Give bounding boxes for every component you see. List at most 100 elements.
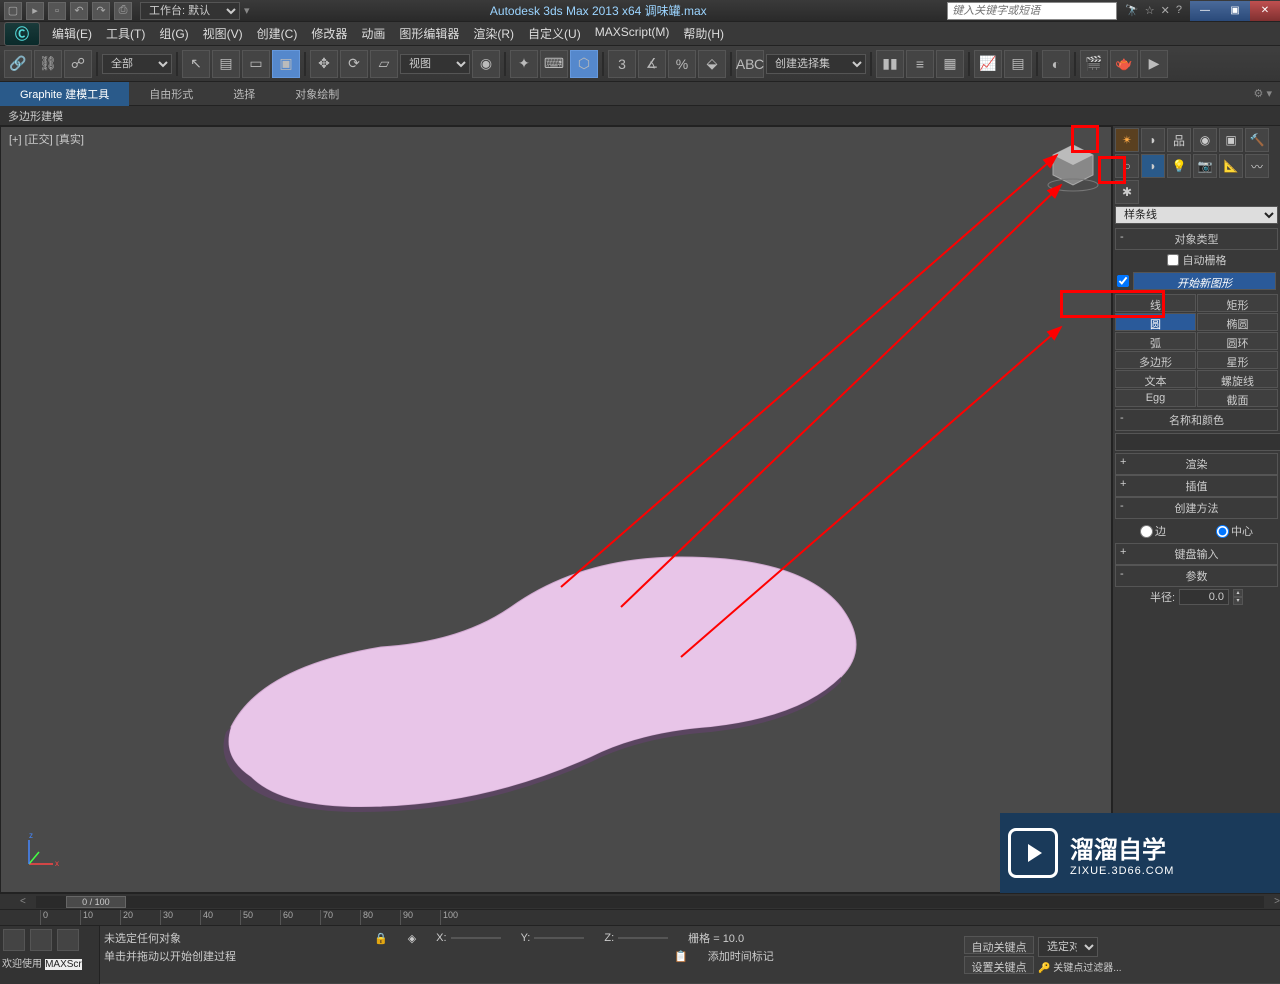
- mirror-icon[interactable]: ▮▮: [876, 50, 904, 78]
- systems-subtab-icon[interactable]: ✱: [1115, 180, 1139, 204]
- percent-snap-icon[interactable]: %: [668, 50, 696, 78]
- workspace-dropdown[interactable]: 工作台: 默认: [140, 2, 240, 20]
- star-icon[interactable]: ☆: [1145, 4, 1155, 17]
- interpolation-rollout[interactable]: +插值: [1115, 475, 1278, 497]
- geometry-subtab-icon[interactable]: ○: [1115, 154, 1139, 178]
- menu-animation[interactable]: 动画: [361, 25, 385, 42]
- shapes-subtab-icon[interactable]: ◗: [1141, 154, 1165, 178]
- x-coord[interactable]: [451, 937, 501, 939]
- viewport[interactable]: [+] [正交] [真实] x z: [0, 126, 1112, 893]
- menu-create[interactable]: 创建(C): [257, 25, 298, 42]
- close-button[interactable]: ✕: [1250, 1, 1280, 21]
- open-icon[interactable]: ▸: [26, 2, 44, 20]
- egg-button[interactable]: Egg: [1115, 389, 1196, 407]
- autogrid-checkbox[interactable]: [1167, 254, 1179, 266]
- render-setup-icon[interactable]: 🎬: [1080, 50, 1108, 78]
- select-name-icon[interactable]: ▤: [212, 50, 240, 78]
- section-button[interactable]: 截面: [1197, 389, 1278, 407]
- cameras-subtab-icon[interactable]: 📷: [1193, 154, 1217, 178]
- tool-icon[interactable]: ✕: [1161, 4, 1170, 17]
- menu-maxscript[interactable]: MAXScript(M): [595, 25, 670, 42]
- key-filter-button[interactable]: 关键点过滤器...: [1053, 963, 1121, 974]
- ribbon-collapse-icon[interactable]: ⚙ ▾: [1254, 87, 1280, 100]
- time-slider-track[interactable]: 0 / 100: [36, 896, 1264, 908]
- snap-3d-icon[interactable]: 3: [608, 50, 636, 78]
- add-time-tag[interactable]: 添加时间标记: [708, 948, 774, 964]
- render-icon[interactable]: ▶: [1140, 50, 1168, 78]
- move-tool-icon[interactable]: ✥: [310, 50, 338, 78]
- binoculars-icon[interactable]: 🔭: [1125, 4, 1139, 17]
- subribbon-label[interactable]: 多边形建模: [8, 108, 63, 124]
- create-tab-icon[interactable]: ✴: [1115, 128, 1139, 152]
- bind-tool-icon[interactable]: ☍: [64, 50, 92, 78]
- rectangle-button[interactable]: 矩形: [1197, 294, 1278, 312]
- helix-button[interactable]: 螺旋线: [1197, 370, 1278, 388]
- coord-icon[interactable]: ◈: [408, 932, 416, 945]
- circle-button[interactable]: 圆: [1115, 313, 1196, 331]
- curve-editor-icon[interactable]: 📈: [974, 50, 1002, 78]
- workspace-selector[interactable]: 工作台: 默认 ▾: [140, 2, 250, 20]
- mini-btn-1[interactable]: [3, 929, 25, 951]
- use-center-icon[interactable]: ◉: [472, 50, 500, 78]
- menu-customize[interactable]: 自定义(U): [528, 25, 581, 42]
- select-tool-icon[interactable]: ↖: [182, 50, 210, 78]
- ribbon-tab-selection[interactable]: 选择: [213, 82, 275, 106]
- motion-tab-icon[interactable]: ◉: [1193, 128, 1217, 152]
- display-tab-icon[interactable]: ▣: [1219, 128, 1243, 152]
- time-slider-handle[interactable]: 0 / 100: [66, 896, 126, 908]
- align-icon[interactable]: ≡: [906, 50, 934, 78]
- selected-dropdown[interactable]: 选定对: [1038, 937, 1098, 957]
- donut-button[interactable]: 圆环: [1197, 332, 1278, 350]
- menu-graph-editor[interactable]: 图形编辑器: [399, 25, 459, 42]
- ngon-button[interactable]: 多边形: [1115, 351, 1196, 369]
- app-logo-button[interactable]: Ⓒ: [4, 22, 40, 46]
- spline-type-dropdown[interactable]: 样条线: [1115, 206, 1278, 224]
- help-icon[interactable]: ?: [1176, 4, 1182, 17]
- create-method-rollout[interactable]: -创建方法: [1115, 497, 1278, 519]
- mini-btn-2[interactable]: [30, 929, 52, 951]
- setkey-button[interactable]: 设置关键点: [964, 956, 1034, 974]
- mini-btn-3[interactable]: [57, 929, 79, 951]
- ellipse-button[interactable]: 椭圆: [1197, 313, 1278, 331]
- lights-subtab-icon[interactable]: 💡: [1167, 154, 1191, 178]
- layer-icon[interactable]: ▦: [936, 50, 964, 78]
- undo-icon[interactable]: ↶: [70, 2, 88, 20]
- star-button[interactable]: 星形: [1197, 351, 1278, 369]
- name-color-rollout[interactable]: -名称和颜色: [1115, 409, 1278, 431]
- viewport-label[interactable]: [+] [正交] [真实]: [9, 131, 84, 147]
- viewport-object[interactable]: [201, 547, 881, 827]
- ribbon-tab-graphite[interactable]: Graphite 建模工具: [0, 82, 129, 106]
- spinner-snap-icon[interactable]: ⬙: [698, 50, 726, 78]
- link-icon[interactable]: ⎙: [114, 2, 132, 20]
- lock-icon[interactable]: 🔒: [374, 932, 388, 945]
- ribbon-tab-paint[interactable]: 对象绘制: [275, 82, 359, 106]
- params-rollout[interactable]: -参数: [1115, 565, 1278, 587]
- menu-group[interactable]: 组(G): [159, 25, 188, 42]
- radius-spinner[interactable]: ▴▾: [1233, 589, 1243, 605]
- object-name-input[interactable]: [1115, 433, 1280, 451]
- startnewshape-checkbox[interactable]: [1117, 275, 1129, 287]
- minimize-button[interactable]: —: [1190, 1, 1220, 21]
- scale-tool-icon[interactable]: ▱: [370, 50, 398, 78]
- z-coord[interactable]: [618, 937, 668, 939]
- text-button[interactable]: 文本: [1115, 370, 1196, 388]
- autokey-button[interactable]: 自动关键点: [964, 936, 1034, 954]
- y-coord[interactable]: [534, 937, 584, 939]
- radius-input[interactable]: [1179, 589, 1229, 605]
- object-type-rollout[interactable]: -对象类型: [1115, 228, 1278, 250]
- maximize-button[interactable]: ▣: [1220, 1, 1250, 21]
- link-tool-icon[interactable]: 🔗: [4, 50, 32, 78]
- angle-snap-icon[interactable]: ∡: [638, 50, 666, 78]
- keyboard-entry-rollout[interactable]: +键盘输入: [1115, 543, 1278, 565]
- edit-named-icon[interactable]: АВС: [736, 50, 764, 78]
- timeline-ruler[interactable]: 0 10 20 30 40 50 60 70 80 90 100: [0, 910, 1280, 926]
- menu-modifier[interactable]: 修改器: [311, 25, 347, 42]
- edge-radio[interactable]: 边: [1140, 523, 1166, 539]
- ribbon-tab-freeform[interactable]: 自由形式: [129, 82, 213, 106]
- search-input[interactable]: [947, 2, 1117, 20]
- modify-tab-icon[interactable]: ◗: [1141, 128, 1165, 152]
- render-rollout[interactable]: +渲染: [1115, 453, 1278, 475]
- select-region-icon[interactable]: ▭: [242, 50, 270, 78]
- render-frame-icon[interactable]: 🫖: [1110, 50, 1138, 78]
- menu-tools[interactable]: 工具(T): [106, 25, 145, 42]
